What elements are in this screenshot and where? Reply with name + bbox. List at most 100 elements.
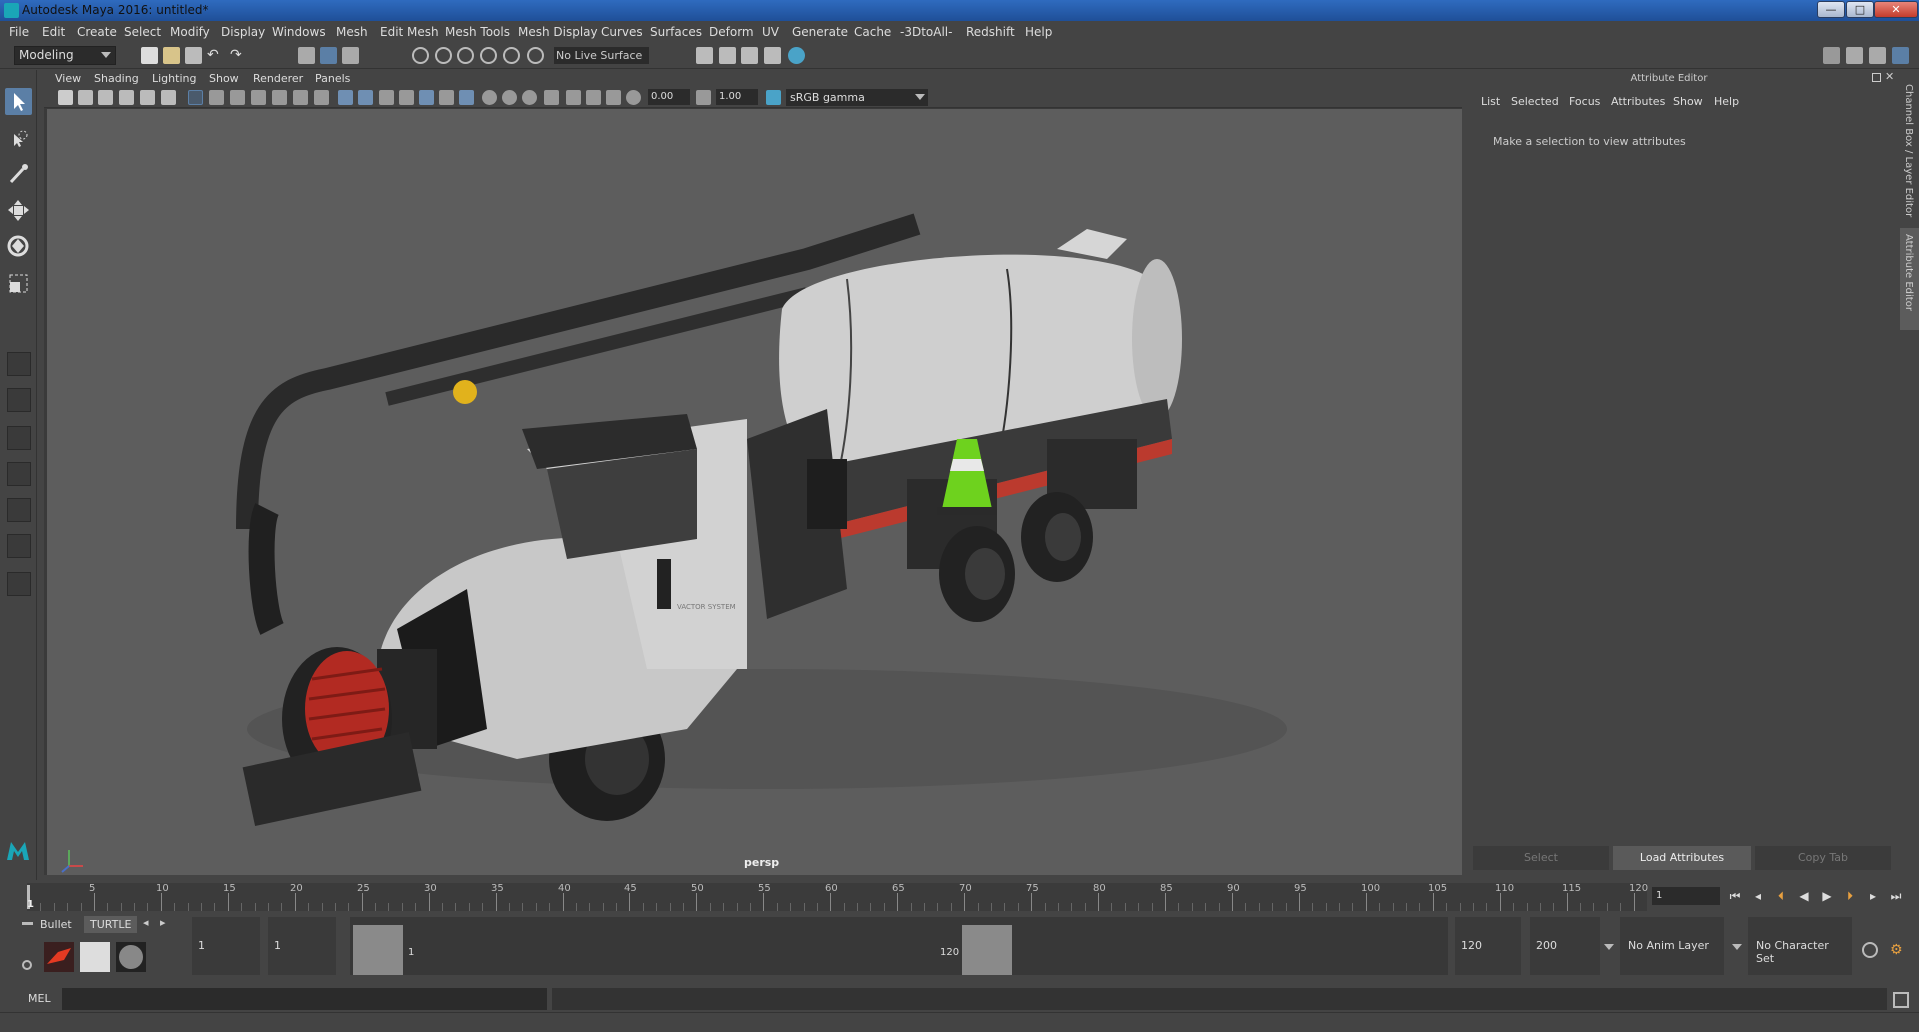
step-back-key-icon[interactable]: ⏴ — [1774, 889, 1788, 903]
attribute-editor-close-icon[interactable]: ✕ — [1885, 70, 1894, 83]
two-d-pan-zoom-icon[interactable] — [140, 90, 155, 105]
exposure-field[interactable]: 0.00 — [648, 89, 690, 105]
menu-redshift[interactable]: Redshift — [966, 25, 1015, 39]
step-forward-key-icon[interactable]: ⏵ — [1843, 889, 1857, 903]
smooth-shade-icon[interactable] — [358, 90, 373, 105]
use-all-lights-icon[interactable] — [419, 90, 434, 105]
menu-select[interactable]: Select — [124, 25, 161, 39]
make-live-icon[interactable] — [527, 47, 544, 64]
persp-graph-layout-icon[interactable] — [7, 462, 31, 486]
color-management-icon[interactable] — [766, 90, 781, 105]
minimize-button[interactable]: — — [1817, 1, 1845, 18]
attribute-editor-toggle-icon[interactable] — [1846, 47, 1863, 64]
bookmark-icon[interactable] — [98, 90, 113, 105]
snap-point-icon[interactable] — [457, 47, 474, 64]
rotate-tool-icon[interactable] — [5, 233, 32, 260]
maximize-button[interactable]: □ — [1846, 1, 1874, 18]
range-start-handle[interactable] — [353, 925, 403, 975]
menu-create[interactable]: Create — [77, 25, 117, 39]
ae-menu-show[interactable]: Show — [1673, 95, 1703, 108]
turtle-render-icon[interactable] — [44, 942, 74, 972]
hypershade-icon[interactable] — [788, 47, 805, 64]
open-scene-icon[interactable] — [163, 47, 180, 64]
playback-start-field[interactable]: 1 — [268, 917, 336, 975]
menu-surfaces[interactable]: Surfaces — [650, 25, 702, 39]
shelf-menu-icon[interactable] — [22, 922, 33, 925]
film-gate-icon[interactable] — [209, 90, 224, 105]
time-slider[interactable]: 1 5 10 15 20 25 30 35 40 45 50 55 60 65 70 75 80 85 90 95 1… — [0, 880, 1919, 912]
select-by-object-icon[interactable] — [320, 47, 337, 64]
ambient-occlusion-icon[interactable] — [459, 90, 474, 105]
anti-aliasing-icon[interactable] — [502, 90, 517, 105]
xray-components-icon[interactable] — [606, 90, 621, 105]
channel-box-side-tab[interactable]: Channel Box / Layer Editor — [1900, 78, 1919, 226]
menu-windows[interactable]: Windows — [272, 25, 326, 39]
range-slider-track[interactable]: 1 120 — [350, 917, 1448, 975]
select-tool-icon[interactable] — [5, 88, 32, 115]
shelf-scroll-right-icon[interactable]: ▸ — [160, 916, 166, 929]
four-view-layout-icon[interactable] — [7, 388, 31, 412]
new-scene-icon[interactable] — [141, 47, 158, 64]
character-set-dropdown[interactable]: No Character Set — [1748, 917, 1852, 975]
lasso-tool-icon[interactable] — [5, 126, 32, 153]
camera-select-icon[interactable] — [58, 90, 73, 105]
snap-curve-icon[interactable] — [435, 47, 452, 64]
render-current-frame-icon[interactable] — [719, 47, 736, 64]
menu-set-dropdown[interactable]: Modeling — [14, 46, 116, 65]
modeling-toolkit-icon[interactable] — [1823, 47, 1840, 64]
go-to-start-icon[interactable]: ⏮ — [1728, 889, 1742, 903]
grease-pencil-icon[interactable] — [161, 90, 176, 105]
shelf-tab-bullet[interactable]: Bullet — [34, 916, 78, 933]
motion-blur-icon[interactable] — [482, 90, 497, 105]
panel-menu-lighting[interactable]: Lighting — [152, 72, 196, 85]
menu-help[interactable]: Help — [1025, 25, 1052, 39]
turtle-sphere-icon[interactable] — [116, 942, 146, 972]
menu-mesh[interactable]: Mesh — [336, 25, 368, 39]
ae-copy-tab-button[interactable]: Copy Tab — [1755, 846, 1891, 870]
playback-end-field[interactable]: 120 — [1455, 917, 1521, 975]
redo-icon[interactable]: ↷ — [230, 47, 247, 64]
ae-menu-focus[interactable]: Focus — [1569, 95, 1600, 108]
tool-settings-toggle-icon[interactable] — [1869, 47, 1886, 64]
animation-preferences-icon[interactable]: ⚙ — [1890, 942, 1906, 958]
shadows-icon[interactable] — [439, 90, 454, 105]
select-by-component-icon[interactable] — [342, 47, 359, 64]
menu-modify[interactable]: Modify — [170, 25, 210, 39]
step-back-frame-icon[interactable]: ◂ — [1751, 889, 1765, 903]
safe-action-icon[interactable] — [293, 90, 308, 105]
custom-layout-icon[interactable] — [7, 572, 31, 596]
panel-menu-panels[interactable]: Panels — [315, 72, 350, 85]
panel-menu-show[interactable]: Show — [209, 72, 239, 85]
time-slider-track[interactable]: 1 5 10 15 20 25 30 35 40 45 50 55 60 65 70 75 80 85 90 95 1… — [27, 883, 1648, 911]
ae-select-button[interactable]: Select — [1473, 846, 1609, 870]
shelf-tab-turtle[interactable]: TURTLE — [84, 916, 138, 933]
depth-of-field-icon[interactable] — [522, 90, 537, 105]
turtle-bake-icon[interactable] — [80, 942, 110, 972]
image-plane-icon[interactable] — [119, 90, 134, 105]
resolution-gate-icon[interactable] — [230, 90, 245, 105]
current-frame-field[interactable]: 1 — [1652, 887, 1720, 905]
menu-generate[interactable]: Generate — [792, 25, 848, 39]
outliner-persp-graph-layout-icon[interactable] — [7, 534, 31, 558]
gamma-field[interactable]: 1.00 — [716, 89, 758, 105]
go-to-end-icon[interactable]: ⏭ — [1889, 889, 1903, 903]
render-view-icon[interactable] — [764, 47, 781, 64]
ipr-render-icon[interactable] — [741, 47, 758, 64]
scale-tool-icon[interactable] — [5, 270, 32, 297]
menu-cache[interactable]: Cache — [854, 25, 891, 39]
play-forwards-icon[interactable]: ▶ — [1820, 889, 1834, 903]
menu-file[interactable]: File — [9, 25, 29, 39]
animation-start-field[interactable]: 1 — [192, 917, 260, 975]
channel-box-toggle-icon[interactable] — [1892, 47, 1909, 64]
xray-icon[interactable] — [566, 90, 581, 105]
menu-edit-mesh[interactable]: Edit Mesh — [380, 25, 439, 39]
menu-deform[interactable]: Deform — [709, 25, 754, 39]
select-by-hierarchy-icon[interactable] — [298, 47, 315, 64]
script-editor-icon[interactable] — [1893, 992, 1909, 1008]
shelf-scroll-left-icon[interactable]: ◂ — [143, 916, 149, 929]
shelf-gear-icon[interactable] — [22, 960, 32, 970]
grid-toggle-icon[interactable] — [188, 90, 203, 105]
play-backwards-icon[interactable]: ◀ — [1797, 889, 1811, 903]
safe-title-icon[interactable] — [314, 90, 329, 105]
ae-menu-list[interactable]: List — [1481, 95, 1500, 108]
